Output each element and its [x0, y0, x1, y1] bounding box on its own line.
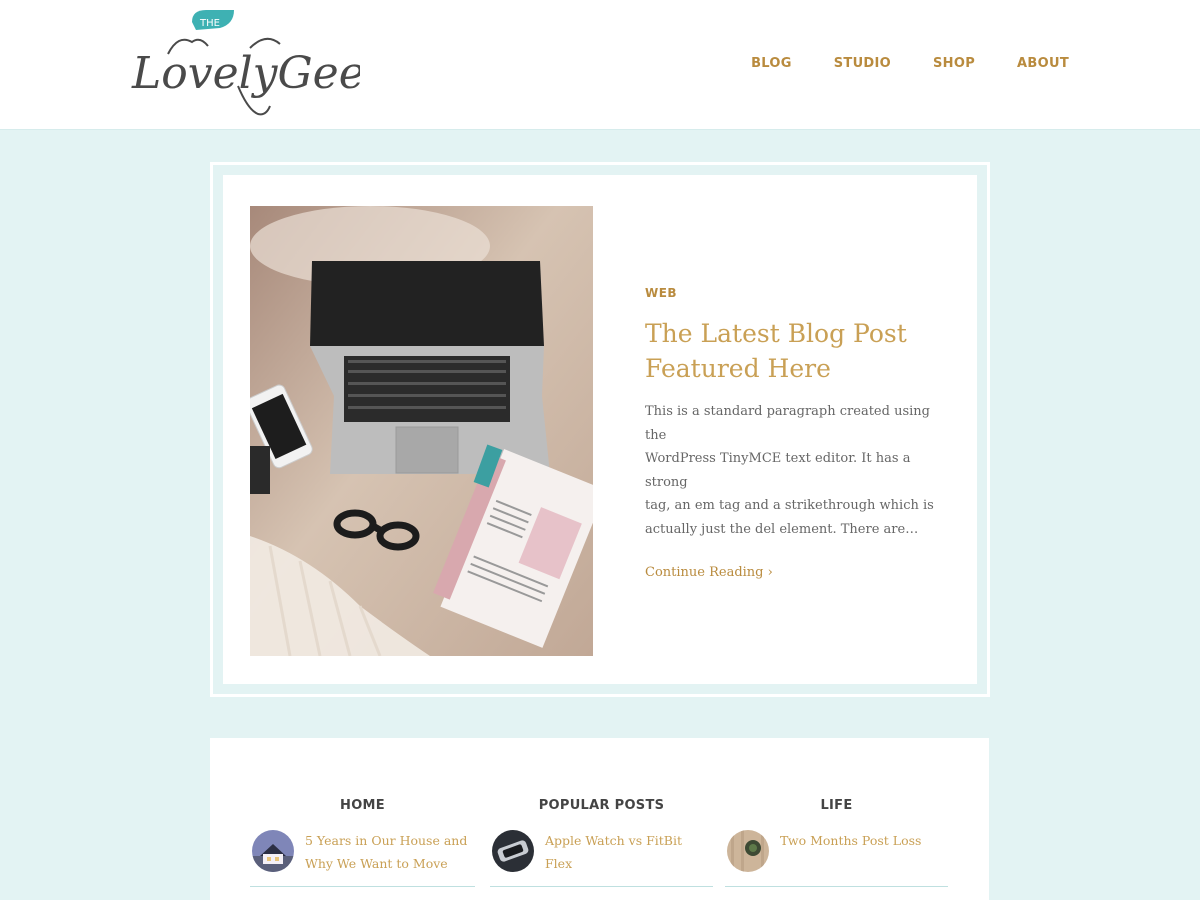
post-link[interactable]: Two Months Post Loss	[780, 829, 921, 852]
logo-text-main: LovelyGeek	[131, 48, 360, 99]
featured-post-card: WEB The Latest Blog Post Featured Here T…	[223, 175, 977, 684]
plant-thumbnail-icon[interactable]	[727, 830, 769, 872]
nav-studio[interactable]: STUDIO	[834, 56, 891, 71]
post-title[interactable]: The Latest Blog Post Featured Here	[645, 316, 950, 386]
featured-post-text: WEB The Latest Blog Post Featured Here T…	[645, 286, 950, 580]
widget-heading: POPULAR POSTS	[538, 798, 665, 813]
logo-text-the: THE	[199, 18, 220, 29]
post-link-line: Two Months Post Loss	[780, 833, 922, 848]
logo[interactable]: THE LovelyGeek	[130, 6, 360, 118]
excerpt-line: This is a standard paragraph created usi…	[645, 404, 930, 443]
house-thumbnail-icon[interactable]	[252, 830, 294, 872]
post-title-line: The Latest Blog Post	[645, 319, 907, 348]
widget-home: HOME 5 Years in Our House and Why We Wan…	[250, 798, 475, 887]
logo-flourish-icon	[249, 37, 281, 49]
post-link-line: Apple Watch vs FitBit Flex	[545, 833, 683, 871]
nav-blog[interactable]: BLOG	[751, 56, 792, 71]
list-item: Two Months Post Loss	[725, 829, 948, 887]
post-category[interactable]: WEB	[645, 286, 950, 300]
widget-heading: LIFE	[820, 798, 853, 813]
post-link-line: 5 Years in Our House and	[305, 833, 468, 848]
continue-reading-link[interactable]: Continue Reading ›	[645, 565, 773, 580]
main-nav: BLOG STUDIO SHOP ABOUT	[751, 56, 1069, 71]
widget-popular-posts: POPULAR POSTS Apple Watch vs FitBit Flex	[490, 798, 713, 887]
post-title-line: Featured Here	[645, 354, 831, 383]
widget-heading: HOME	[340, 798, 385, 813]
excerpt-line: WordPress TinyMCE text editor. It has a …	[645, 451, 911, 490]
list-item: Apple Watch vs FitBit Flex	[490, 829, 713, 887]
excerpt-line: actually just the del element. There are…	[645, 521, 919, 537]
post-excerpt: This is a standard paragraph created usi…	[645, 400, 950, 541]
post-link-line: Why We Want to Move	[305, 856, 448, 871]
featured-image[interactable]	[250, 206, 593, 656]
post-link[interactable]: Apple Watch vs FitBit Flex	[545, 829, 713, 875]
excerpt-line: tag, an em tag and a strikethrough which…	[645, 498, 934, 513]
widget-life: LIFE Two Months Post Loss	[725, 798, 948, 887]
laptop-desk-photo-icon	[250, 206, 593, 656]
post-link[interactable]: 5 Years in Our House and Why We Want to …	[305, 829, 467, 875]
nav-shop[interactable]: SHOP	[933, 56, 975, 71]
site-header: THE LovelyGeek BLOG STUDIO SHOP ABOUT	[0, 0, 1200, 130]
nav-about[interactable]: ABOUT	[1017, 56, 1069, 71]
watch-thumbnail-icon[interactable]	[492, 830, 534, 872]
footer-widgets: HOME 5 Years in Our House and Why We Wan…	[210, 738, 989, 900]
list-item: 5 Years in Our House and Why We Want to …	[250, 829, 475, 887]
